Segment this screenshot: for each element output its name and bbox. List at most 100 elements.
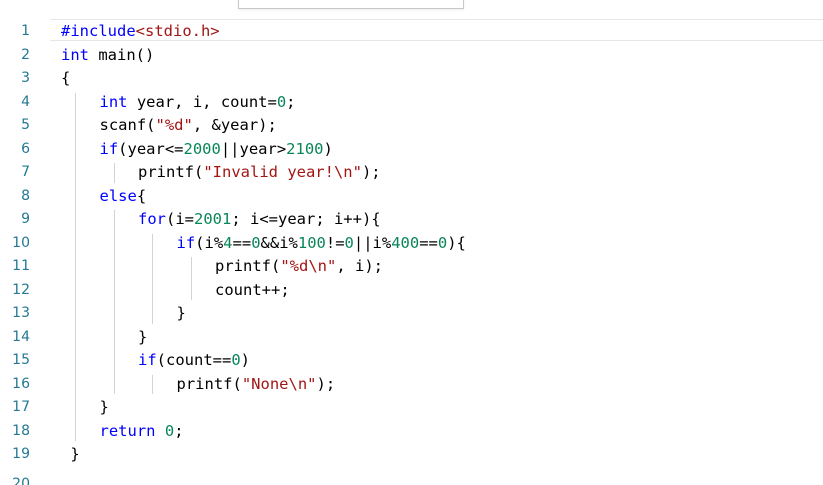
code-token: 0 (344, 233, 354, 252)
code-token: (i% (195, 233, 224, 252)
code-token: if (176, 233, 196, 252)
code-token: 2000 (183, 139, 221, 158)
line-number: 18 (12, 422, 30, 439)
code-token: for (138, 210, 166, 228)
line-code: if(count==0) (138, 349, 250, 373)
code-line[interactable]: 13} (0, 302, 823, 326)
line-number: 6 (21, 140, 30, 157)
line-code: { (61, 67, 70, 91)
code-token: ||i% (353, 233, 392, 252)
code-token: 0 (231, 351, 241, 369)
code-token: if (138, 351, 157, 369)
code-line[interactable]: 8 else{ (0, 185, 823, 209)
code-token: &&i% (260, 233, 298, 252)
line-number: 8 (21, 187, 30, 204)
code-token: printf( (215, 257, 281, 275)
line-number: 17 (12, 399, 30, 415)
line-number: 10 (12, 234, 30, 251)
code-line[interactable]: 12 count++; (0, 279, 823, 303)
line-code: printf("%d\n", i); (215, 255, 383, 279)
code-token: } (138, 327, 148, 346)
code-line[interactable]: 17} (0, 396, 823, 420)
code-token: 100 (297, 233, 326, 252)
line-code: } (61, 443, 80, 467)
code-token: (year<= (118, 139, 184, 158)
code-token: year, i, count= (127, 92, 277, 111)
code-token: return (99, 421, 156, 440)
code-token: } (61, 445, 80, 463)
code-line[interactable]: 5 scanf("%d", &year); (0, 114, 823, 138)
line-number: 4 (21, 93, 30, 110)
code-token: } (99, 398, 109, 416)
code-line[interactable]: 9 for(i=2001; i<=year; i++){ (0, 208, 823, 232)
code-token: (i= (166, 210, 194, 228)
line-number: 5 (21, 117, 30, 133)
code-token: ); (361, 163, 381, 181)
code-line[interactable]: 1 #include<stdio.h> (0, 20, 823, 44)
code-line[interactable]: 19 } (0, 443, 823, 467)
indent-guide (152, 374, 153, 394)
indent-guide (113, 210, 115, 394)
line-number: 9 (21, 211, 30, 227)
code-token: ) (240, 351, 251, 369)
indent-guide (75, 92, 76, 441)
line-code: int year, i, count=0; (100, 91, 296, 115)
code-token: ){ (447, 233, 466, 252)
line-code: #include<stdio.h> (61, 20, 220, 44)
code-token: (count== (156, 351, 232, 369)
code-token: { (61, 69, 71, 87)
code-token: count++; (215, 280, 290, 299)
line-code: count++; (215, 279, 290, 303)
code-token: } (176, 304, 186, 322)
find-widget[interactable] (238, 0, 464, 9)
line-code: } (100, 396, 109, 420)
code-line[interactable]: 15 if(count==0) (0, 349, 823, 373)
code-line[interactable]: 4 int year, i, count=0; (0, 91, 823, 115)
code-token: 0 (437, 233, 448, 252)
code-editor[interactable]: 1 #include<stdio.h> 2 int main() 3{ 4 int year… (0, 0, 823, 485)
code-line[interactable]: 14} (0, 326, 823, 350)
indent-guide (190, 257, 192, 300)
code-line[interactable]: 6 if(year<=2000||year>2100) (0, 138, 823, 162)
code-token: ||year> (220, 139, 287, 158)
code-token: 2001 (194, 210, 232, 228)
code-token: ); (316, 374, 336, 393)
code-line[interactable]: 2 int main() (0, 44, 823, 68)
code-token: 0 (251, 233, 261, 252)
line-number: 2 (21, 46, 30, 63)
code-token: 4 (223, 233, 233, 252)
line-code: else{ (100, 185, 147, 209)
code-token: == (419, 233, 438, 252)
code-line[interactable]: 20 (0, 467, 823, 485)
code-line[interactable]: 18 return 0; (0, 420, 823, 444)
code-token: 2100 (286, 139, 324, 158)
code-line[interactable]: 10 if(i%4==0&&i%100!=0||i%400==0){ (0, 232, 823, 256)
line-number: 12 (12, 281, 30, 298)
indent-guide (152, 233, 153, 324)
line-number: 14 (12, 328, 30, 345)
line-number: 20 (12, 475, 30, 485)
line-code: printf("Invalid year!\n"); (138, 161, 381, 185)
code-line[interactable]: 11 printf("%d\n", i); (0, 255, 823, 279)
code-line[interactable]: 16 printf("None\n"); (0, 373, 823, 397)
code-token: == (232, 233, 252, 252)
code-token: , i); (336, 257, 383, 275)
line-number: 7 (21, 164, 30, 180)
code-token: scanf( (99, 116, 156, 134)
line-code: } (177, 302, 186, 326)
code-token: else (99, 186, 137, 205)
code-token: <stdio.h> (135, 22, 220, 40)
line-code: return 0; (100, 420, 184, 444)
code-token: { (136, 186, 147, 205)
line-code: for(i=2001; i<=year; i++){ (138, 208, 381, 232)
code-token: main() (89, 45, 155, 64)
line-code: if(year<=2000||year>2100) (100, 138, 333, 162)
code-line[interactable]: 7 printf("Invalid year!\n"); (0, 161, 823, 185)
code-token: int (61, 45, 89, 64)
code-token: "%d" (155, 116, 193, 134)
code-token: ) (323, 139, 333, 158)
code-line[interactable]: 3{ (0, 67, 823, 91)
line-number: 1 (21, 23, 30, 39)
code-token: , &year); (192, 116, 277, 134)
